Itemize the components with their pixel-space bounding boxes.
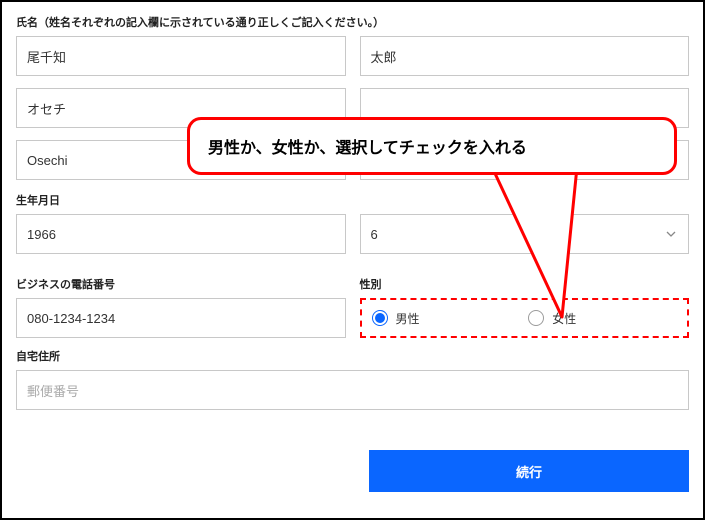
- postal-code-input[interactable]: 郵便番号: [16, 370, 689, 410]
- gender-female-radio[interactable]: 女性: [528, 310, 677, 327]
- chevron-down-icon: [666, 229, 676, 239]
- phone-input[interactable]: 080-1234-1234: [16, 298, 346, 338]
- gender-female-label: 女性: [552, 310, 576, 327]
- phone-label: ビジネスの電話番号: [16, 276, 346, 292]
- dob-month-select[interactable]: 6: [360, 214, 690, 254]
- dob-month-value: 6: [371, 227, 378, 242]
- gender-male-radio[interactable]: 男性: [372, 310, 521, 327]
- continue-button[interactable]: 続行: [369, 450, 689, 492]
- address-label: 自宅住所: [16, 348, 689, 364]
- gender-group: 男性 女性: [360, 298, 690, 338]
- dob-year-input[interactable]: 1966: [16, 214, 346, 254]
- surname-kanji-input[interactable]: 尾千知: [16, 36, 346, 76]
- gender-label: 性別: [360, 276, 690, 292]
- gender-male-label: 男性: [396, 310, 420, 327]
- name-section-label: 氏名（姓名それぞれの記入欄に示されている通り正しくご記入ください。）: [16, 14, 689, 30]
- dob-label: 生年月日: [16, 192, 689, 208]
- radio-selected-icon: [372, 310, 388, 326]
- radio-unselected-icon: [528, 310, 544, 326]
- annotation-callout: 男性か、女性か、選択してチェックを入れる: [187, 117, 677, 175]
- given-kanji-input[interactable]: 太郎: [360, 36, 690, 76]
